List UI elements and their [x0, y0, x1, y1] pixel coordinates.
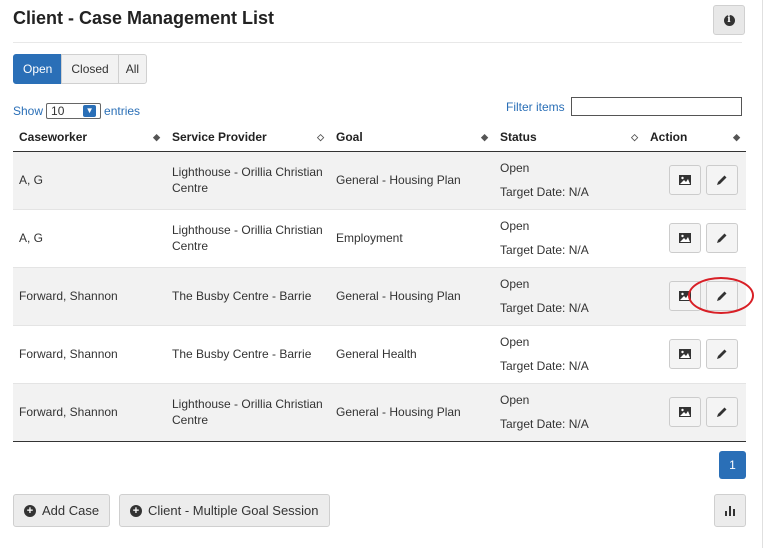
- action-cell: [644, 209, 746, 268]
- multiple-goal-session-button[interactable]: + Client - Multiple Goal Session: [119, 494, 330, 527]
- filter-control: Filter items: [506, 97, 742, 116]
- tab-open[interactable]: Open: [13, 54, 63, 84]
- edit-button[interactable]: [706, 397, 738, 427]
- caseworker-cell: A, G: [13, 209, 166, 268]
- sort-icon: ◇: [317, 131, 324, 142]
- target-date: Target Date: N/A: [500, 417, 589, 431]
- column-header-action[interactable]: Action ◆: [644, 124, 746, 152]
- sort-icon: ◆: [153, 131, 160, 142]
- target-date: Target Date: N/A: [500, 359, 589, 373]
- status-text: Open: [500, 393, 530, 407]
- action-cell: [644, 325, 746, 384]
- target-date: Target Date: N/A: [500, 301, 589, 315]
- target-date: Target Date: N/A: [500, 185, 589, 199]
- column-header-caseworker[interactable]: Caseworker ◆: [13, 124, 166, 152]
- provider-cell: Lighthouse - Orillia Christian Centre: [166, 209, 330, 268]
- status-cell: Open Target Date: N/A: [494, 209, 644, 268]
- filter-input[interactable]: [570, 97, 742, 116]
- table-row: Forward, Shannon The Busby Centre - Barr…: [13, 267, 746, 326]
- status-cell: Open Target Date: N/A: [494, 325, 644, 384]
- status-text: Open: [500, 277, 530, 291]
- show-label: Show: [13, 104, 44, 118]
- view-image-button[interactable]: [669, 339, 701, 369]
- goal-cell: General - Housing Plan: [330, 151, 494, 210]
- plus-circle-icon: +: [24, 504, 36, 517]
- annotation-circle: [688, 277, 754, 314]
- goal-cell: Employment: [330, 209, 494, 268]
- action-cell: [644, 383, 746, 442]
- provider-cell: Lighthouse - Orillia Christian Centre: [166, 383, 330, 442]
- status-tabs: Open Closed All: [13, 54, 148, 84]
- column-header-goal[interactable]: Goal ◆: [330, 124, 494, 152]
- page-title: Client - Case Management List: [13, 8, 275, 28]
- caseworker-cell: Forward, Shannon: [13, 325, 166, 384]
- pencil-icon: [717, 175, 727, 185]
- edit-button[interactable]: [706, 339, 738, 369]
- bar-chart-icon: [725, 506, 735, 516]
- edit-button[interactable]: [706, 223, 738, 253]
- tab-all[interactable]: All: [117, 54, 148, 84]
- image-icon: [679, 407, 691, 417]
- sort-icon: ◆: [481, 131, 488, 142]
- status-cell: Open Target Date: N/A: [494, 151, 644, 210]
- goal-cell: General - Housing Plan: [330, 383, 494, 442]
- edit-button[interactable]: [706, 165, 738, 195]
- sort-icon: ◇: [631, 131, 638, 142]
- status-cell: Open Target Date: N/A: [494, 267, 644, 326]
- filter-label: Filter items: [506, 99, 565, 114]
- tab-closed[interactable]: Closed: [61, 54, 119, 84]
- image-icon: [679, 175, 691, 185]
- column-header-provider[interactable]: Service Provider ◇: [166, 124, 330, 152]
- image-icon: [679, 233, 691, 243]
- status-text: Open: [500, 161, 530, 175]
- provider-cell: The Busby Centre - Barrie: [166, 325, 330, 384]
- panel-border: [762, 0, 763, 548]
- action-cell: [644, 151, 746, 210]
- plus-circle-icon: +: [130, 504, 142, 517]
- view-image-button[interactable]: [669, 223, 701, 253]
- caseworker-cell: A, G: [13, 151, 166, 210]
- chevron-down-icon: ▼: [83, 105, 97, 117]
- info-button[interactable]: i: [713, 5, 745, 35]
- column-header-status[interactable]: Status ◇: [494, 124, 644, 152]
- table-row: Forward, Shannon Lighthouse - Orillia Ch…: [13, 383, 746, 442]
- table-row: Forward, Shannon The Busby Centre - Barr…: [13, 325, 746, 384]
- caseworker-cell: Forward, Shannon: [13, 267, 166, 326]
- view-image-button[interactable]: [669, 165, 701, 195]
- sort-icon: ◆: [733, 131, 740, 142]
- provider-cell: The Busby Centre - Barrie: [166, 267, 330, 326]
- status-text: Open: [500, 219, 530, 233]
- case-table: Caseworker ◆ Service Provider ◇ Goal ◆ Stat…: [13, 124, 746, 442]
- header-divider: [13, 42, 742, 43]
- entries-label: entries: [104, 104, 141, 118]
- add-case-label: Add Case: [42, 503, 100, 518]
- chart-button[interactable]: [714, 494, 746, 527]
- table-row: A, G Lighthouse - Orillia Christian Cent…: [13, 209, 746, 268]
- pencil-icon: [717, 349, 727, 359]
- table-row: A, G Lighthouse - Orillia Christian Cent…: [13, 151, 746, 210]
- length-control: Show 10 ▼ entries: [13, 103, 140, 119]
- pencil-icon: [717, 407, 727, 417]
- add-case-button[interactable]: + Add Case: [13, 494, 111, 527]
- status-text: Open: [500, 335, 530, 349]
- goal-cell: General - Housing Plan: [330, 267, 494, 326]
- target-date: Target Date: N/A: [500, 243, 589, 257]
- pagination-page[interactable]: 1: [719, 451, 746, 479]
- image-icon: [679, 349, 691, 359]
- status-cell: Open Target Date: N/A: [494, 383, 644, 442]
- info-icon: i: [723, 14, 735, 26]
- provider-cell: Lighthouse - Orillia Christian Centre: [166, 151, 330, 210]
- view-image-button[interactable]: [669, 397, 701, 427]
- multiple-goal-session-label: Client - Multiple Goal Session: [148, 503, 319, 518]
- goal-cell: General Health: [330, 325, 494, 384]
- caseworker-cell: Forward, Shannon: [13, 383, 166, 442]
- pencil-icon: [717, 233, 727, 243]
- entries-select[interactable]: 10 ▼: [46, 103, 102, 119]
- entries-value: 10: [51, 104, 65, 118]
